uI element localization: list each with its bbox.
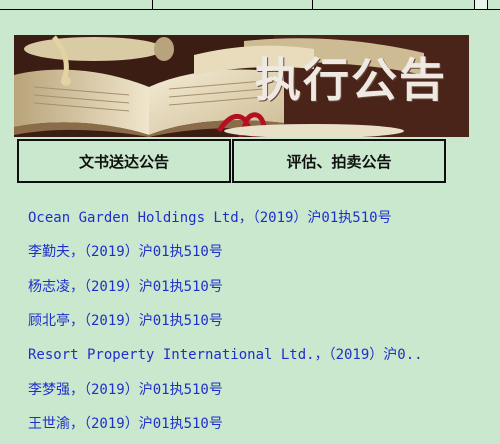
top-frame-bar — [0, 0, 500, 10]
frame-corner-box — [474, 0, 488, 10]
notice-link[interactable]: Ocean Garden Holdings Ltd，（2019）沪01执510号 — [28, 200, 488, 234]
notice-link[interactable]: Resort Property International Ltd.，（2019… — [28, 337, 488, 371]
frame-divider — [152, 0, 153, 10]
notice-link[interactable]: 王世渝，（2019）沪01执510号 — [28, 406, 488, 440]
notice-list: Ocean Garden Holdings Ltd，（2019）沪01执510号… — [28, 200, 488, 440]
header-banner: 执行公告 — [14, 35, 469, 137]
notice-link[interactable]: 李梦强，（2019）沪01执510号 — [28, 371, 488, 405]
notice-tabs: 文书送达公告 评估、拍卖公告 — [17, 139, 446, 183]
frame-divider — [312, 0, 313, 10]
notice-link[interactable]: 杨志凌，（2019）沪01执510号 — [28, 269, 488, 303]
notice-link[interactable]: 李勤夫，（2019）沪01执510号 — [28, 234, 488, 268]
banner-title: 执行公告 — [255, 53, 447, 107]
tab-appraisal-auction-notice[interactable]: 评估、拍卖公告 — [232, 139, 446, 183]
tab-document-service-notice[interactable]: 文书送达公告 — [17, 139, 231, 183]
notice-link[interactable]: 顾北亭，（2019）沪01执510号 — [28, 303, 488, 337]
